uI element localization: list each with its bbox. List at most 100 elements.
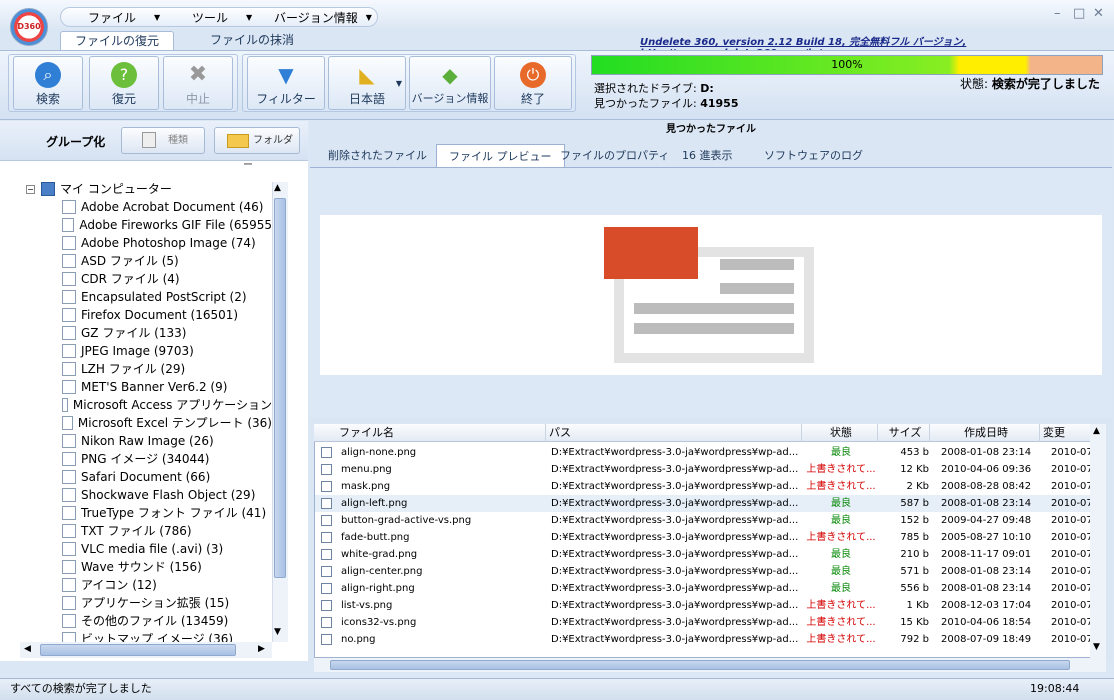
tree-hscroll-thumb[interactable] [40,644,236,656]
tree-item[interactable]: CDR ファイル (4) [26,270,272,288]
tree-item[interactable]: Adobe Photoshop Image (74) [26,234,272,252]
column-header-path[interactable]: パス [546,424,802,442]
bitmap-icon [62,632,76,642]
table-row[interactable]: align-left.png D:¥Extract¥wordpress-3.0-j… [315,495,1105,512]
column-header-created[interactable]: 作成日時 [930,424,1040,442]
menu-version[interactable]: バージョン情報 ▼ [274,8,372,26]
tab-file-wipe[interactable]: ファイルの抹消 [196,31,308,50]
table-row[interactable]: list-vs.png D:¥Extract¥wordpress-3.0-ja¥w… [315,597,1105,614]
table-vertical-scrollbar[interactable] [1090,424,1106,658]
stop-button[interactable]: ✖ 中止 [163,56,233,110]
table-row[interactable]: align-center.png D:¥Extract¥wordpress-3.0… [315,563,1105,580]
minimize-button[interactable]: – [1054,6,1061,21]
tree-item[interactable]: VLC media file (.avi) (3) [26,540,272,558]
scroll-left-icon[interactable]: ◀ [24,644,31,654]
row-checkbox[interactable] [321,566,332,577]
scroll-down-icon[interactable]: ▼ [1093,642,1100,652]
tree-item[interactable]: アプリケーション拡張 (15) [26,594,272,612]
maximize-button[interactable]: □ [1073,6,1085,21]
group-by-folder-button[interactable]: フォルダー [214,127,300,171]
table-row[interactable]: menu.png D:¥Extract¥wordpress-3.0-ja¥word… [315,461,1105,478]
tree-item[interactable]: アイコン (12) [26,576,272,594]
table-row[interactable]: no.png D:¥Extract¥wordpress-3.0-ja¥wordpr… [315,631,1105,648]
close-button[interactable]: ✕ [1093,6,1104,21]
tree-item[interactable]: LZH ファイル (29) [26,360,272,378]
row-checkbox[interactable] [321,498,332,509]
tree-item[interactable]: TrueType フォント ファイル (41) [26,504,272,522]
row-checkbox[interactable] [321,515,332,526]
collapse-icon[interactable]: − [26,184,35,194]
language-button[interactable]: ◣ 日本語 ▼ [328,56,406,110]
exit-button[interactable]: ⏻ 終了 [494,56,572,110]
table-row[interactable]: white-grad.png D:¥Extract¥wordpress-3.0-j… [315,546,1105,563]
row-checkbox[interactable] [321,447,332,458]
tab-software-log[interactable]: ソフトウェアのログ [752,144,875,167]
cell-status: 上書きされて... [806,464,876,475]
tree-item[interactable]: TXT ファイル (786) [26,522,272,540]
tab-deleted-files[interactable]: 削除されたファイル [316,144,439,167]
image-icon [62,434,76,448]
tree-item[interactable]: Wave サウンド (156) [26,558,272,576]
table-hscroll-thumb[interactable] [330,660,1070,670]
menu-file[interactable]: ファイル ▼ [88,8,160,26]
tree-item[interactable]: その他のファイル (13459) [26,612,272,630]
table-row[interactable]: align-none.png D:¥Extract¥wordpress-3.0-j… [315,444,1105,461]
tab-file-recovery[interactable]: ファイルの復元 [60,31,175,50]
file-icon [62,380,76,394]
row-checkbox[interactable] [321,464,332,475]
scroll-down-icon[interactable]: ▼ [274,627,281,637]
tree-item[interactable]: Nikon Raw Image (26) [26,432,272,450]
cell-status: 上書きされて... [806,600,876,611]
tree-item[interactable]: ビットマップ イメージ (36) [26,630,272,642]
tree-item[interactable]: Safari Document (66) [26,468,272,486]
group-by-type-button[interactable]: 種類 [121,127,205,154]
table-row[interactable]: mask.png D:¥Extract¥wordpress-3.0-ja¥word… [315,478,1105,495]
tree-item[interactable]: Encapsulated PostScript (2) [26,288,272,306]
column-header-name[interactable]: ファイル名 [336,424,546,442]
recover-button[interactable]: ? 復元 [89,56,159,110]
tree-item[interactable]: JPEG Image (9703) [26,342,272,360]
row-checkbox[interactable] [321,634,332,645]
row-checkbox[interactable] [321,481,332,492]
table-row[interactable]: icons32-vs.png D:¥Extract¥wordpress-3.0-j… [315,614,1105,631]
column-header-size[interactable]: サイズ [878,424,930,442]
tab-file-properties[interactable]: ファイルのプロパティ [548,144,681,167]
tree-root[interactable]: − マイ コンピューター [26,180,272,198]
tree-item[interactable]: Shockwave Flash Object (29) [26,486,272,504]
menu-tools[interactable]: ツール ▼ [192,8,252,26]
scroll-up-icon[interactable]: ▲ [1093,426,1100,436]
tree-item[interactable]: PNG イメージ (34044) [26,450,272,468]
tree-item[interactable]: Adobe Fireworks GIF File (65955 [26,216,272,234]
tree-scroll-thumb[interactable] [274,198,286,578]
about-button[interactable]: ◆ バージョン情報 [409,56,491,110]
tree-item[interactable]: Microsoft Access アプリケーション [26,396,272,414]
files-table: align-none.png D:¥Extract¥wordpress-3.0-j… [314,424,1106,658]
cell-path: D:¥Extract¥wordpress-3.0-ja¥wordpress¥wp… [551,515,799,526]
excel-icon [62,416,73,430]
table-row[interactable]: fade-butt.png D:¥Extract¥wordpress-3.0-ja… [315,529,1105,546]
tab-hex-view[interactable]: 16 進表示 [670,144,745,167]
font-icon [62,506,76,520]
chevron-down-icon: ▼ [246,12,253,22]
table-row[interactable]: align-right.png D:¥Extract¥wordpress-3.0-… [315,580,1105,597]
tree-item[interactable]: Microsoft Excel テンプレート (36) [26,414,272,432]
row-checkbox[interactable] [321,549,332,560]
scroll-right-icon[interactable]: ▶ [258,644,265,654]
row-checkbox[interactable] [321,600,332,611]
tree-item[interactable]: ASD ファイル (5) [26,252,272,270]
tree-item[interactable]: Adobe Acrobat Document (46) [26,198,272,216]
filter-button[interactable]: ▼ フィルター [247,56,325,110]
cell-path: D:¥Extract¥wordpress-3.0-ja¥wordpress¥wp… [551,583,799,594]
tab-file-preview[interactable]: ファイル プレビュー [436,144,565,167]
row-checkbox[interactable] [321,617,332,628]
tree-item[interactable]: GZ ファイル (133) [26,324,272,342]
column-header-status[interactable]: 状態 [802,424,878,442]
tree-item[interactable]: MET'S Banner Ver6.2 (9) [26,378,272,396]
row-checkbox[interactable] [321,583,332,594]
scroll-up-icon[interactable]: ▲ [274,183,281,193]
table-row[interactable]: button-grad-active-vs.png D:¥Extract¥word… [315,512,1105,529]
search-button[interactable]: ⌕ 検索 [13,56,83,110]
app-logo-icon[interactable]: D360 [10,8,48,46]
tree-item[interactable]: Firefox Document (16501) [26,306,272,324]
row-checkbox[interactable] [321,532,332,543]
